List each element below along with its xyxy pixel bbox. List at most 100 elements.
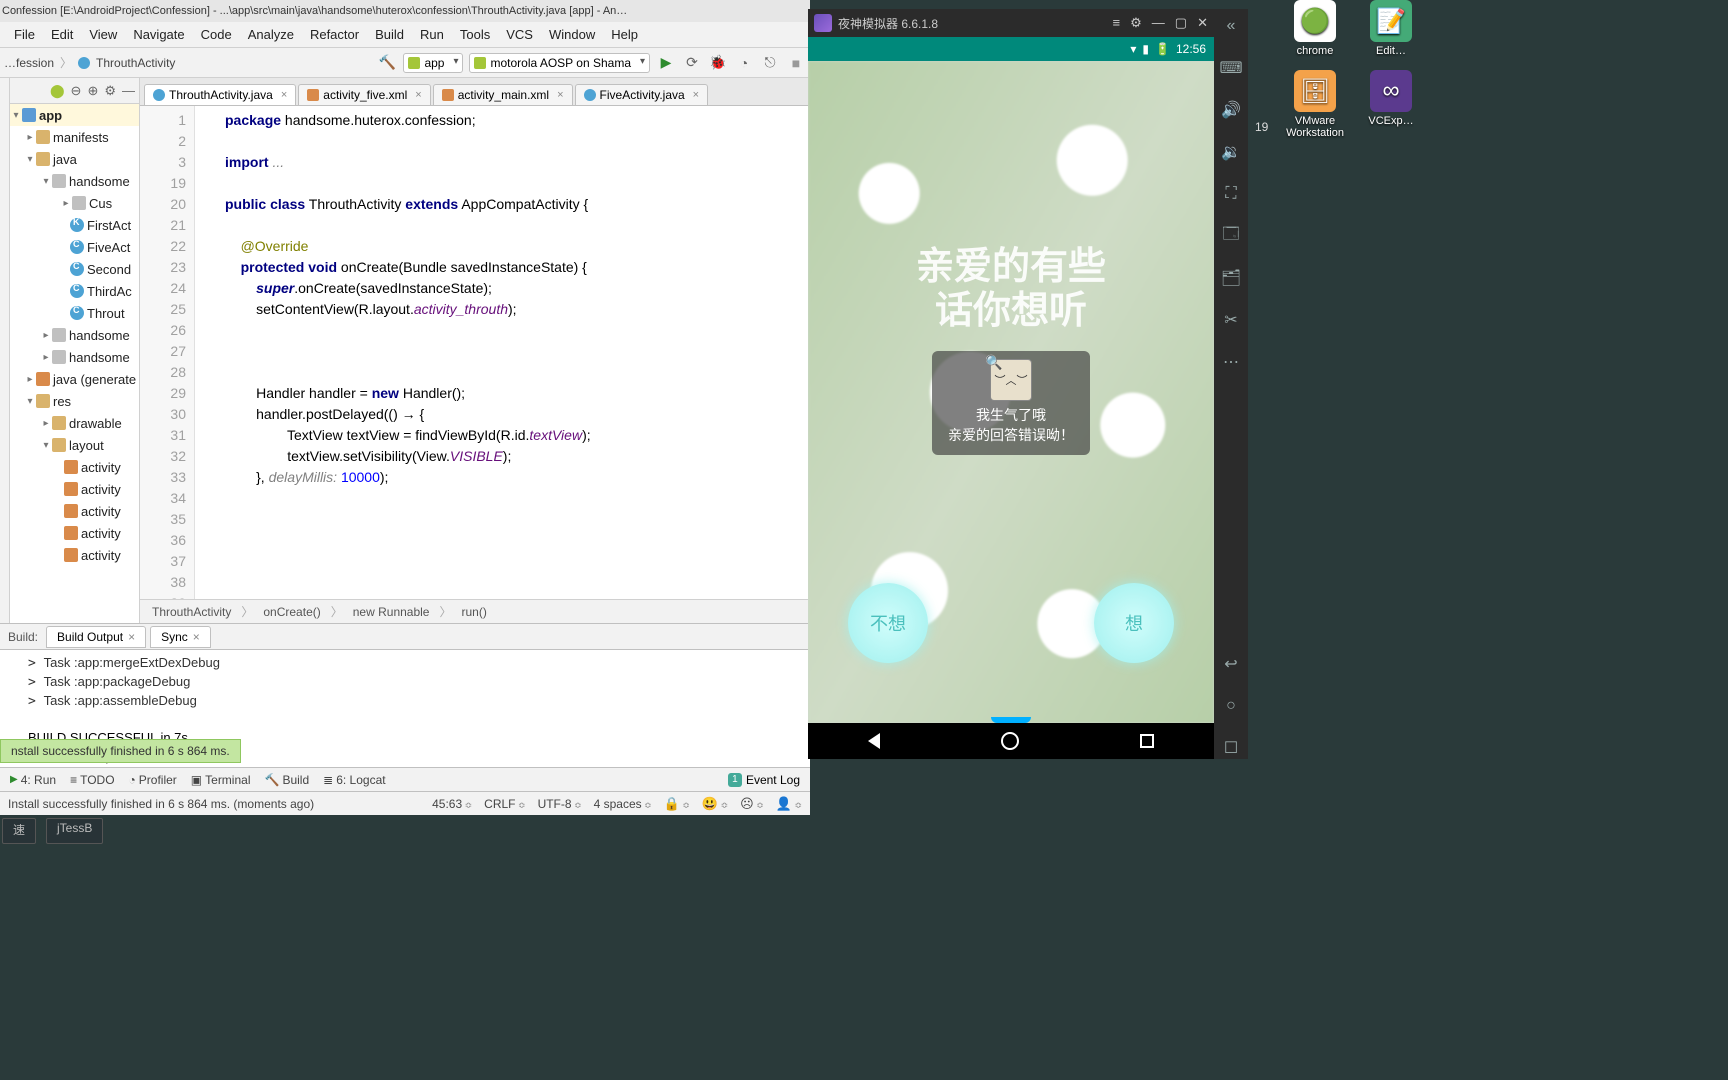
project-tree-panel[interactable]: ⬤ ⊖ ⊕ ⚙ — ▾app ▸manifests ▾java ▾handsom… <box>10 78 140 623</box>
menu-build[interactable]: Build <box>369 25 410 44</box>
home-button[interactable] <box>1001 732 1019 750</box>
status-line-ending[interactable]: CRLF <box>484 797 525 811</box>
menu-run[interactable]: Run <box>414 25 450 44</box>
tree-app-module[interactable]: ▾app <box>10 104 139 126</box>
taskbar-item-b[interactable]: jTessB <box>46 818 103 844</box>
gear-icon[interactable]: ⚙ <box>1130 15 1142 31</box>
toolwin-eventlog[interactable]: Event Log <box>728 773 800 787</box>
tool-window-bar[interactable]: 4: Run ≡ TODO ◔ Profiler ▣ Terminal 🔨 Bu… <box>0 767 810 791</box>
lock-icon[interactable]: 🔒 <box>664 796 690 812</box>
project-tree-toolbar[interactable]: ⬤ ⊖ ⊕ ⚙ — <box>10 78 139 104</box>
expand-icon[interactable]: ⊕ <box>87 83 98 99</box>
tree-thirdactivity[interactable]: ThirdAc <box>10 280 139 302</box>
toolwin-terminal[interactable]: ▣ Terminal <box>191 773 251 787</box>
maximize-icon[interactable]: ▢ <box>1175 15 1187 31</box>
fullscreen-icon[interactable]: ⛶ <box>1220 183 1242 205</box>
build-tab-sync[interactable]: Sync× <box>150 626 211 648</box>
more-icon[interactable]: ⋯ <box>1220 351 1242 373</box>
crumb-method[interactable]: onCreate() <box>263 605 320 619</box>
tree-secondactivity[interactable]: Second <box>10 258 139 280</box>
keyboard-icon[interactable]: ⌨ <box>1220 57 1242 79</box>
menu-navigate[interactable]: Navigate <box>127 25 190 44</box>
desktop-icon-vcexpress[interactable]: ∞ VCExp… <box>1356 70 1426 127</box>
tree-pkg[interactable]: ▾handsome <box>10 170 139 192</box>
desktop-icon-chrome[interactable]: 🟢 chrome <box>1280 0 1350 57</box>
tree-throuthactivity[interactable]: Throut <box>10 302 139 324</box>
run-icon[interactable]: ▶ <box>656 53 676 73</box>
crumb-class[interactable]: ThrouthActivity <box>96 56 175 70</box>
android-view-icon[interactable]: ⬤ <box>50 83 65 99</box>
settings-icon[interactable]: ⚙ <box>104 83 116 99</box>
smiley-icon[interactable]: 😃 <box>702 796 728 812</box>
side-home-icon[interactable]: ○ <box>1220 695 1242 717</box>
toolwin-run[interactable]: 4: Run <box>10 773 56 787</box>
menu-file[interactable]: File <box>8 25 41 44</box>
yes-button[interactable]: 想 <box>1094 583 1174 663</box>
stop-icon[interactable]: ■ <box>786 53 806 73</box>
tree-pkg-test[interactable]: ▸handsome <box>10 324 139 346</box>
tree-res[interactable]: ▾res <box>10 390 139 412</box>
close-icon[interactable]: × <box>557 89 563 101</box>
editor-tabs[interactable]: ThrouthActivity.java× activity_five.xml×… <box>140 78 810 106</box>
tab-activity-five[interactable]: activity_five.xml× <box>298 84 430 105</box>
tree-xml-e[interactable]: activity <box>10 544 139 566</box>
device-dropdown[interactable]: motorola AOSP on Shama <box>469 53 650 73</box>
app-screen[interactable]: 亲爱的有些 话你想听 🔍 我生气了哦 亲爱的回答错误呦！ 不想 想 <box>808 61 1214 723</box>
toolwin-build[interactable]: 🔨 Build <box>265 773 310 787</box>
close-icon[interactable]: × <box>415 89 421 101</box>
menu-code[interactable]: Code <box>195 25 238 44</box>
tree-cus[interactable]: ▸Cus <box>10 192 139 214</box>
status-caret-pos[interactable]: 45:63 <box>432 797 472 811</box>
menu-help[interactable]: Help <box>605 25 644 44</box>
screenshot-icon[interactable]: 🗂 <box>1220 267 1242 289</box>
run-config-dropdown[interactable]: app <box>403 53 463 73</box>
sad-icon[interactable]: ☹ <box>740 796 764 812</box>
menu-vcs[interactable]: VCS <box>500 25 539 44</box>
tab-activity-main[interactable]: activity_main.xml× <box>433 84 573 105</box>
menu-window[interactable]: Window <box>543 25 601 44</box>
tree-drawable[interactable]: ▸drawable <box>10 412 139 434</box>
close-icon[interactable]: ✕ <box>1197 15 1208 31</box>
collapse-icon[interactable]: ⊖ <box>71 83 82 99</box>
tree-fiveactivity[interactable]: FiveAct <box>10 236 139 258</box>
menu-icon[interactable]: ≡ <box>1113 15 1121 31</box>
collapse-icon[interactable]: « <box>1220 15 1242 37</box>
status-indent[interactable]: 4 spaces <box>594 797 652 811</box>
back-button[interactable] <box>868 733 880 749</box>
toolwin-profiler[interactable]: ◔ Profiler <box>129 773 177 787</box>
tree-xml-b[interactable]: activity <box>10 478 139 500</box>
profile-icon[interactable]: ◔ <box>734 53 754 73</box>
toolwin-logcat[interactable]: ≣ 6: Logcat <box>323 773 385 787</box>
crumb-runnable[interactable]: new Runnable <box>353 605 430 619</box>
desktop-icon-edit[interactable]: 📝 Edit… <box>1356 0 1426 57</box>
menu-analyze[interactable]: Analyze <box>242 25 300 44</box>
editor-breadcrumb[interactable]: ThrouthActivity〉 onCreate()〉 new Runnabl… <box>140 599 810 623</box>
apply-changes-icon[interactable]: ⟳ <box>682 53 702 73</box>
crumb-project[interactable]: …fession <box>4 56 54 70</box>
tree-pkg-androidtest[interactable]: ▸handsome <box>10 346 139 368</box>
ide-menubar[interactable]: File Edit View Navigate Code Analyze Ref… <box>0 22 810 48</box>
crumb-run[interactable]: run() <box>462 605 487 619</box>
rotate-icon[interactable]: 🗔 <box>1220 225 1242 247</box>
emulator-side-toolbar[interactable]: « ⌨ 🔊 🔉 ⛶ 🗔 🗂 ✂ ⋯ ↩ ○ ☐ <box>1214 9 1248 759</box>
close-icon[interactable]: × <box>693 89 699 101</box>
menu-edit[interactable]: Edit <box>45 25 79 44</box>
tree-layout[interactable]: ▾layout <box>10 434 139 456</box>
scissors-icon[interactable]: ✂ <box>1220 309 1242 331</box>
make-project-icon[interactable]: 🔨 <box>377 53 397 73</box>
breadcrumb[interactable]: …fession 〉 ThrouthActivity <box>4 54 175 71</box>
build-panel-tabs[interactable]: Build: Build Output× Sync× <box>0 623 810 649</box>
volume-down-icon[interactable]: 🔉 <box>1220 141 1242 163</box>
toolwin-todo[interactable]: ≡ TODO <box>70 773 114 787</box>
hide-icon[interactable]: — <box>122 83 135 98</box>
tree-generated[interactable]: ▸java (generate <box>10 368 139 390</box>
menu-refactor[interactable]: Refactor <box>304 25 365 44</box>
hector-icon[interactable]: 👤 <box>776 796 802 812</box>
desktop-icon-vmware[interactable]: 🗄 VMware Workstation <box>1280 70 1350 139</box>
side-back-icon[interactable]: ↩ <box>1220 653 1242 675</box>
menu-view[interactable]: View <box>83 25 123 44</box>
tab-fiveactivity[interactable]: FiveActivity.java× <box>575 84 709 105</box>
attach-icon[interactable]: ⎋ <box>760 53 780 73</box>
build-tab-output[interactable]: Build Output× <box>46 626 146 648</box>
taskbar-buttons[interactable]: 速 jTessB <box>0 818 103 844</box>
